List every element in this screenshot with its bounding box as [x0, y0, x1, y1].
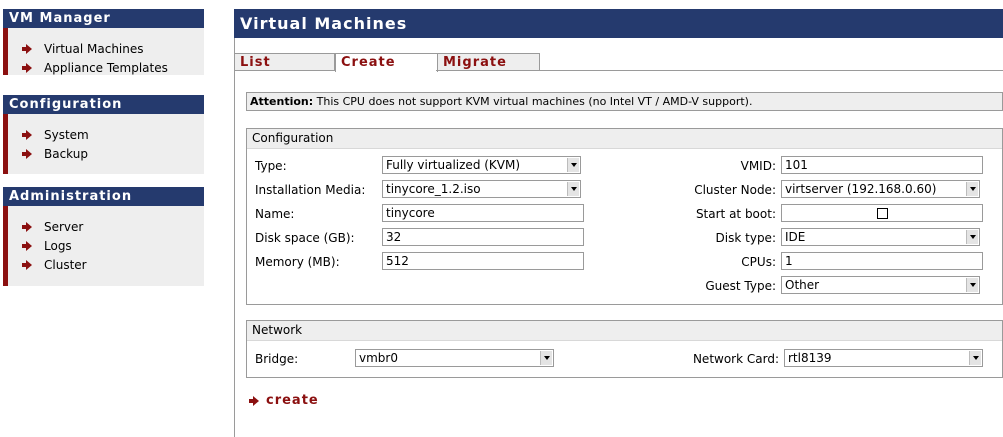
sidebar-item-label: Backup [44, 146, 88, 161]
vmid-input[interactable] [781, 156, 983, 174]
sidebar-item-logs[interactable]: Logs [8, 236, 204, 255]
sidebar-item-label: Cluster [44, 257, 87, 272]
active-tab-gap [336, 70, 436, 71]
type-value: Fully virtualized (KVM) [386, 158, 521, 172]
sidebar-item-label: Logs [44, 238, 72, 253]
cluster-node-value: virtserver (192.168.0.60) [785, 182, 937, 196]
name-input[interactable] [382, 204, 584, 222]
arrow-right-icon [249, 395, 259, 406]
sidebar-item-label: Server [44, 219, 84, 234]
create-button[interactable]: create [249, 393, 319, 408]
installation-media-value: tinycore_1.2.iso [386, 182, 481, 196]
installation-media-label: Installation Media: [255, 183, 366, 197]
memory-label: Memory (MB): [255, 255, 340, 269]
panel-title: Configuration [247, 129, 1002, 149]
network-card-select[interactable]: rtl8139 [784, 349, 983, 367]
sidebar-item-virtual-machines[interactable]: Virtual Machines [8, 39, 204, 58]
network-card-value: rtl8139 [788, 351, 832, 365]
cluster-node-label: Cluster Node: [694, 183, 776, 197]
arrow-right-icon [22, 240, 32, 251]
name-label: Name: [255, 207, 295, 221]
sidebar-section-vm-manager: VM Manager Virtual Machines Appliance Te… [3, 9, 204, 75]
attention-label: Attention: [250, 95, 314, 108]
sidebar-section-body: Virtual Machines Appliance Templates [3, 28, 204, 75]
sidebar-section-body: System Backup [3, 114, 204, 174]
sidebar-item-server[interactable]: Server [8, 217, 204, 236]
sidebar-item-appliance-templates[interactable]: Appliance Templates [8, 58, 204, 77]
arrow-right-icon [22, 129, 32, 140]
memory-input[interactable] [382, 252, 584, 270]
sidebar-item-system[interactable]: System [8, 125, 204, 144]
attention-text: This CPU does not support KVM virtual ma… [316, 95, 753, 108]
page-title: Virtual Machines [234, 9, 1003, 38]
start-at-boot-field [781, 204, 983, 222]
panel-title: Network [247, 321, 1002, 341]
sidebar-section-title: VM Manager [3, 9, 204, 28]
sidebar-item-backup[interactable]: Backup [8, 144, 204, 163]
chevron-down-icon [567, 158, 579, 172]
tab-list[interactable]: List [234, 53, 335, 71]
cpus-label: CPUs: [741, 255, 776, 269]
type-label: Type: [255, 159, 287, 173]
attention-banner: Attention: This CPU does not support KVM… [246, 92, 1003, 111]
chevron-down-icon [567, 182, 579, 196]
cluster-node-select[interactable]: virtserver (192.168.0.60) [781, 180, 980, 198]
content-divider [234, 38, 235, 437]
installation-media-select[interactable]: tinycore_1.2.iso [382, 180, 581, 198]
create-label: create [266, 393, 319, 408]
bridge-select[interactable]: vmbr0 [355, 349, 554, 367]
disk-type-value: IDE [785, 230, 806, 244]
guest-type-label: Guest Type: [705, 279, 776, 293]
sidebar-item-cluster[interactable]: Cluster [8, 255, 204, 274]
sidebar-section-body: Server Logs Cluster [3, 206, 204, 286]
sidebar-section-title: Administration [3, 187, 204, 206]
cpus-input[interactable] [781, 252, 983, 270]
disk-type-label: Disk type: [715, 231, 776, 245]
chevron-down-icon [966, 182, 978, 196]
arrow-right-icon [22, 259, 32, 270]
vmid-label: VMID: [740, 159, 776, 173]
sidebar: VM Manager Virtual Machines Appliance Te… [3, 9, 204, 286]
bridge-label: Bridge: [255, 352, 299, 366]
disk-type-select[interactable]: IDE [781, 228, 980, 246]
disk-space-input[interactable] [382, 228, 584, 246]
arrow-right-icon [22, 221, 32, 232]
sidebar-section-configuration: Configuration System Backup [3, 95, 204, 174]
guest-type-value: Other [785, 278, 820, 292]
chevron-down-icon [966, 278, 978, 292]
network-card-label: Network Card: [692, 352, 779, 366]
chevron-down-icon [540, 351, 552, 365]
sidebar-item-label: Virtual Machines [44, 41, 144, 56]
arrow-right-icon [22, 43, 32, 54]
sidebar-item-label: System [44, 127, 89, 142]
start-at-boot-checkbox[interactable] [877, 208, 888, 219]
tab-migrate[interactable]: Migrate [437, 53, 540, 71]
sidebar-section-administration: Administration Server Logs Cluster [3, 187, 204, 286]
start-at-boot-label: Start at boot: [695, 207, 776, 221]
sidebar-section-title: Configuration [3, 95, 204, 114]
type-select[interactable]: Fully virtualized (KVM) [382, 156, 581, 174]
arrow-right-icon [22, 148, 32, 159]
bridge-value: vmbr0 [359, 351, 398, 365]
chevron-down-icon [966, 230, 978, 244]
sidebar-item-label: Appliance Templates [44, 60, 168, 75]
chevron-down-icon [969, 351, 981, 365]
guest-type-select[interactable]: Other [781, 276, 980, 294]
disk-space-label: Disk space (GB): [255, 231, 355, 245]
arrow-right-icon [22, 62, 32, 73]
